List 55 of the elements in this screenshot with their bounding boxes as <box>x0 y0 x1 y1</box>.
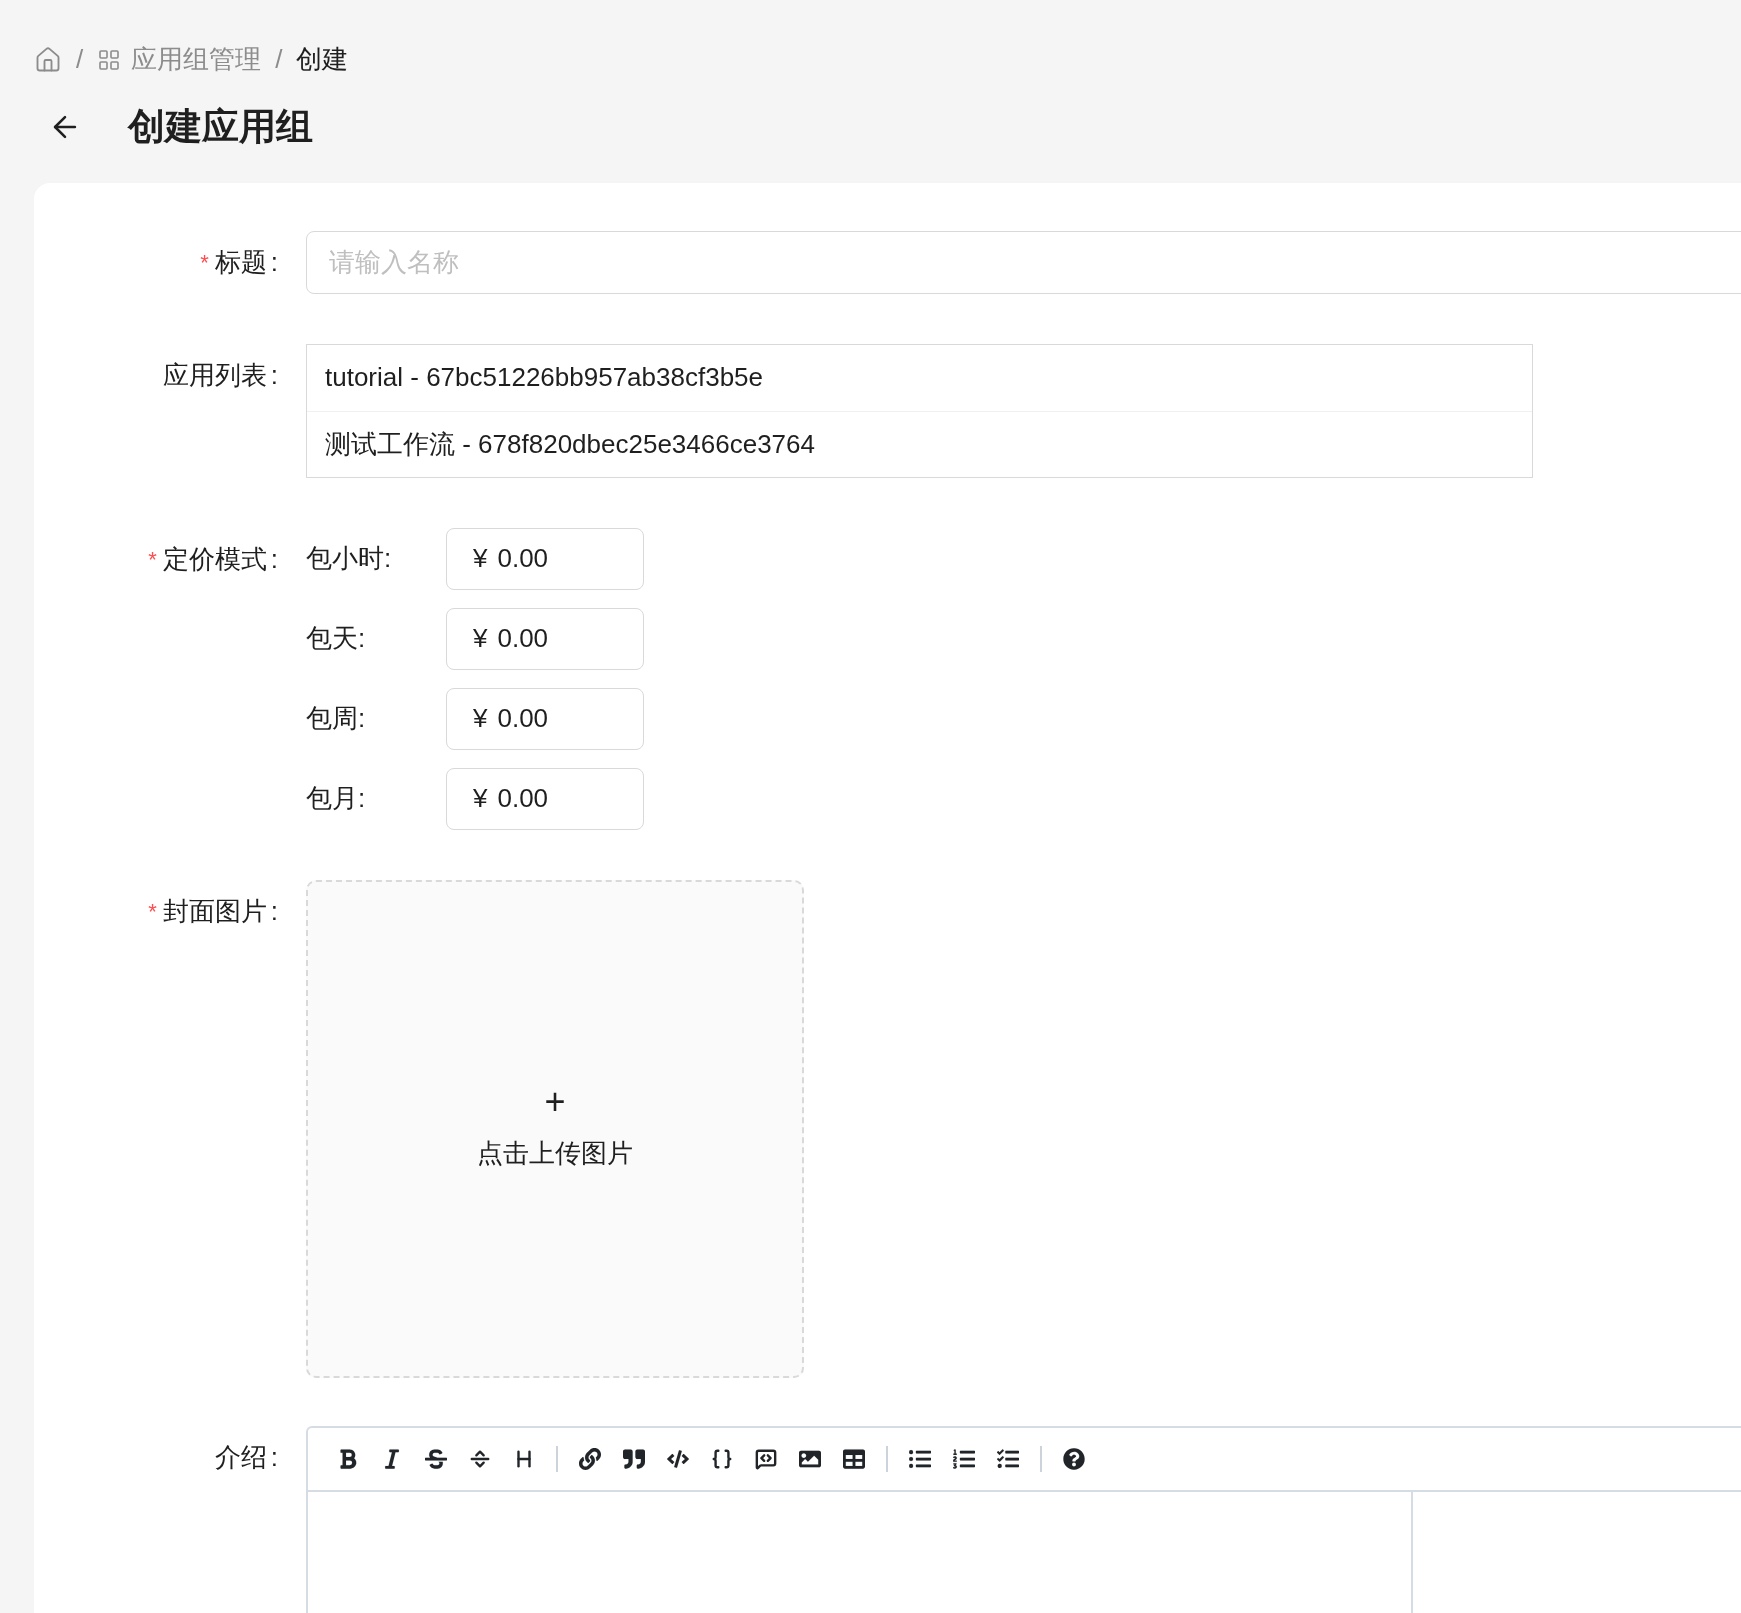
price-value: 0.00 <box>497 542 549 575</box>
image-icon <box>799 1447 821 1470</box>
grid-icon <box>97 47 122 72</box>
label-colon: : <box>270 358 278 392</box>
currency-symbol: ¥ <box>473 622 488 655</box>
price-label: 包周: <box>306 702 367 735</box>
price-label: 包小时: <box>306 542 393 575</box>
breadcrumb-current: 创建 <box>296 43 349 76</box>
title-input[interactable]: 请输入名称 <box>306 230 1741 294</box>
page-title: 创建应用组 <box>128 105 313 149</box>
italic-icon <box>381 1447 403 1470</box>
price-input[interactable]: ¥ 0.00 <box>446 687 644 750</box>
app-list-item[interactable]: tutorial - 67bc51226bb957ab38cf3b5e <box>307 344 1532 411</box>
price-value: 0.00 <box>497 622 549 655</box>
currency-symbol: ¥ <box>473 542 488 575</box>
field-label: 应用列表 <box>162 358 267 392</box>
label-colon: : <box>270 245 278 279</box>
required-mark: * <box>148 897 157 926</box>
field-label: 定价模式 <box>162 542 267 576</box>
label-colon: : <box>270 894 278 928</box>
field-label: 标题 <box>214 245 267 279</box>
currency-symbol: ¥ <box>473 702 488 735</box>
price-label: 包天: <box>306 622 367 655</box>
link-icon <box>579 1447 601 1470</box>
currency-symbol: ¥ <box>473 782 488 815</box>
strikethrough-icon <box>425 1447 447 1470</box>
app-list-item[interactable]: 测试工作流 - 678f820dbec25e3466ce3764 <box>307 410 1532 477</box>
code-icon <box>667 1447 689 1470</box>
braces-icon <box>711 1447 733 1470</box>
quote-icon <box>623 1447 645 1470</box>
label-colon: : <box>270 542 278 576</box>
breadcrumb-separator: / <box>76 43 84 76</box>
help-icon <box>1063 1447 1085 1470</box>
price-input[interactable]: ¥ 0.00 <box>446 767 644 830</box>
price-input[interactable]: ¥ 0.00 <box>446 527 644 590</box>
checklist-icon <box>997 1447 1019 1470</box>
bold-icon <box>337 1447 359 1470</box>
field-label: 介绍 <box>214 1440 267 1474</box>
price-input[interactable]: ¥ 0.00 <box>446 607 644 670</box>
required-mark: * <box>200 248 209 277</box>
numbered-list-icon <box>953 1447 975 1470</box>
breadcrumb-separator: / <box>275 43 283 76</box>
plus-sign: + <box>544 1084 566 1120</box>
home-icon[interactable] <box>34 45 62 74</box>
upload-text: 点击上传图片 <box>477 1137 633 1170</box>
price-value: 0.00 <box>497 702 549 735</box>
field-label: 封面图片 <box>162 894 267 928</box>
upload-area[interactable]: + 点击上传图片 <box>306 879 804 1378</box>
bullet-list-icon <box>909 1447 931 1470</box>
table-icon <box>843 1447 865 1470</box>
price-label: 包月: <box>306 782 367 815</box>
label-colon: : <box>270 1440 278 1474</box>
required-mark: * <box>148 545 157 574</box>
code-bubble-icon <box>755 1447 777 1470</box>
price-value: 0.00 <box>497 782 549 815</box>
